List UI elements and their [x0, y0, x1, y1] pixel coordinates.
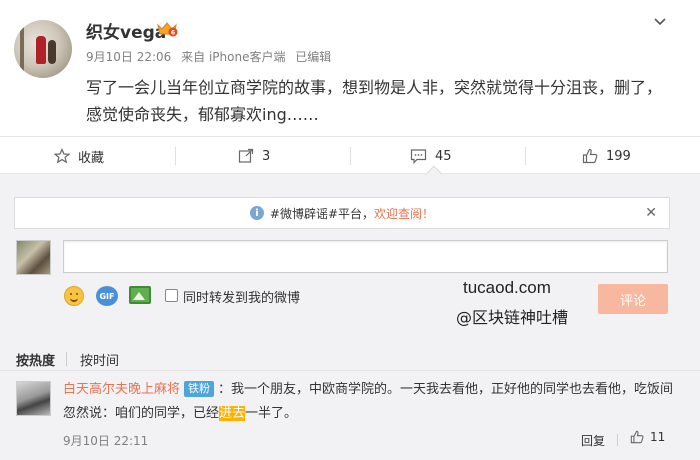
thumbs-up-icon — [630, 430, 644, 444]
comment-highlight: 进去 — [219, 406, 246, 421]
like-count: 199 — [606, 148, 631, 164]
commenter-name[interactable]: 白天高尔夫晚上麻将 — [63, 382, 180, 397]
commenter-avatar[interactable] — [16, 381, 51, 416]
sort-divider — [66, 352, 67, 366]
image-icon[interactable] — [129, 286, 151, 304]
like-button[interactable]: 199 — [582, 137, 631, 175]
fan-badge[interactable]: 铁粉 — [184, 381, 215, 397]
notice-text: #微博辟谣#平台， — [269, 206, 375, 221]
post-time[interactable]: 9月10日 22:06 — [86, 50, 171, 64]
sort-by-time-tab[interactable]: 按时间 — [80, 350, 119, 369]
favorite-label: 收藏 — [78, 150, 105, 166]
comment-input[interactable] — [63, 240, 668, 273]
comment-like-button[interactable]: 11 — [630, 430, 665, 444]
thumbs-up-icon — [582, 148, 598, 164]
info-icon: i — [249, 206, 264, 220]
submit-comment-button[interactable]: 评论 — [598, 284, 668, 314]
post-action-bar: 收藏 3 45 199 — [0, 136, 700, 174]
post-meta: 9月10日 22:06 来自 iPhone客户端 已编辑 — [86, 48, 337, 65]
comment-icon — [410, 149, 427, 164]
repost-checkbox-label: 同时转发到我的微博 — [183, 291, 301, 306]
post-menu-chevron-icon[interactable] — [654, 14, 666, 30]
watermark-handle: @区块链神吐槽 — [456, 308, 569, 327]
repost-count: 3 — [262, 148, 271, 164]
post-edited[interactable]: 已编辑 — [295, 50, 331, 64]
repost-button[interactable]: 3 — [238, 137, 270, 175]
sort-by-hot-tab[interactable]: 按热度 — [16, 350, 55, 369]
comment-time: 9月10日 22:11 — [63, 434, 149, 448]
repost-icon — [238, 148, 254, 163]
current-user-avatar[interactable] — [16, 240, 51, 275]
emoji-icon[interactable] — [64, 286, 84, 306]
notice-link[interactable]: 欢迎查阅！ — [374, 205, 434, 222]
rumor-notice-banner: i #微博辟谣#平台， 欢迎查阅！ ✕ — [14, 197, 670, 229]
favorite-button[interactable]: 收藏 — [54, 137, 104, 175]
vip-badge-icon[interactable]: 6 — [156, 21, 178, 37]
reply-button[interactable]: 回复 — [581, 432, 605, 449]
comment-body-end: 一半了。 — [245, 406, 298, 421]
comment-like-count: 11 — [650, 430, 666, 444]
watermark-domain: tucaod.com — [463, 278, 551, 297]
repost-checkbox[interactable] — [165, 289, 178, 302]
author-name[interactable]: 织女vega — [86, 18, 166, 43]
comment-action-divider — [617, 434, 618, 446]
star-icon — [54, 148, 70, 164]
gif-icon[interactable]: GIF — [96, 286, 118, 306]
svg-text:6: 6 — [171, 30, 175, 37]
author-avatar[interactable] — [14, 20, 72, 78]
comment-text: 白天高尔夫晚上麻将 铁粉 ：我一个朋友，中欧商学院的。一天我去看他，正好他的同学也去… — [63, 378, 675, 426]
post-text: 写了一会儿当年创立商学院的故事，想到物是人非，突然就觉得十分沮丧，删了，感觉使命… — [86, 78, 663, 124]
post-source: 来自 iPhone客户端 — [181, 50, 286, 64]
close-icon[interactable]: ✕ — [645, 205, 657, 221]
comment-count: 45 — [435, 148, 452, 164]
